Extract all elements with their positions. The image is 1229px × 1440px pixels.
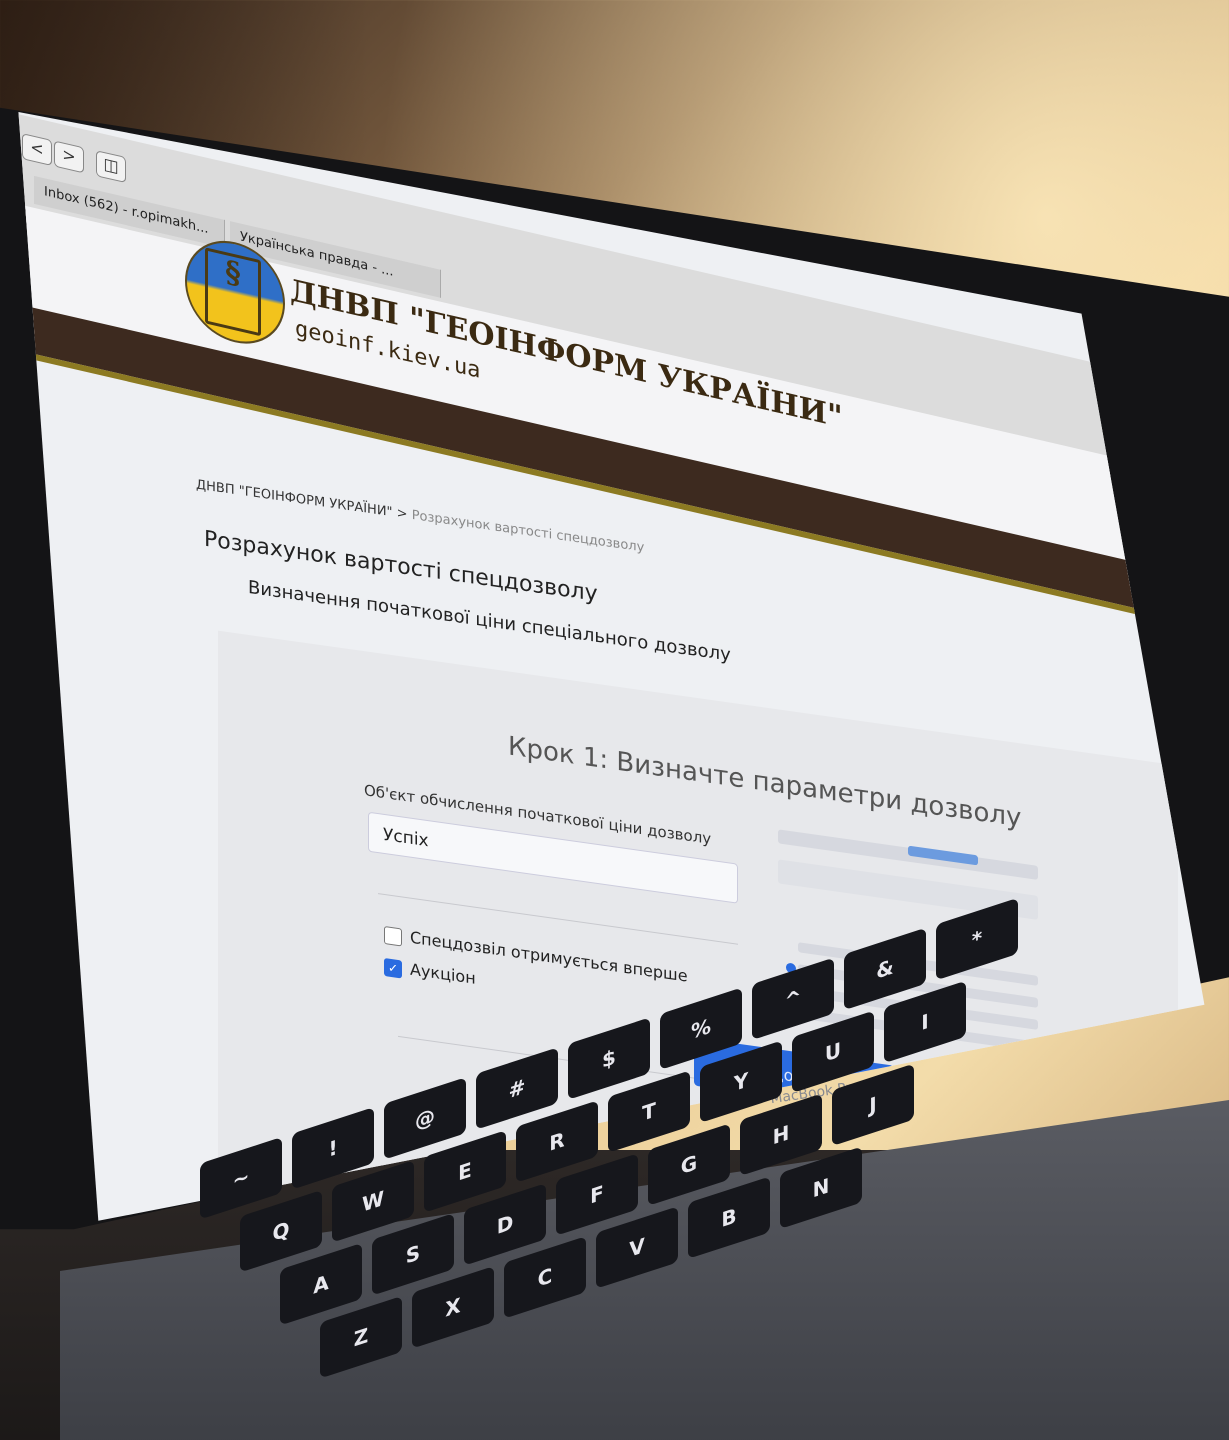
back-button[interactable]: < [22, 133, 52, 167]
key[interactable]: * [936, 897, 1018, 981]
checkbox-auction-label: Аукціон [410, 959, 476, 988]
breadcrumb-root[interactable]: ДНВП "ГЕОІНФОРМ УКРАЇНИ" [196, 478, 393, 521]
emblem-icon: § [205, 247, 261, 337]
checkbox-first-time[interactable] [384, 925, 402, 946]
forward-button[interactable]: > [54, 140, 84, 174]
sidebar-toggle-icon[interactable]: ◫ [96, 150, 126, 184]
checkbox-auction-row[interactable]: ✓ Аукціон [384, 956, 476, 991]
checkbox-auction[interactable]: ✓ [384, 957, 402, 978]
breadcrumb-separator: > [392, 505, 412, 523]
breadcrumb-current: Розрахунок вартості спецдозволу [411, 507, 645, 556]
